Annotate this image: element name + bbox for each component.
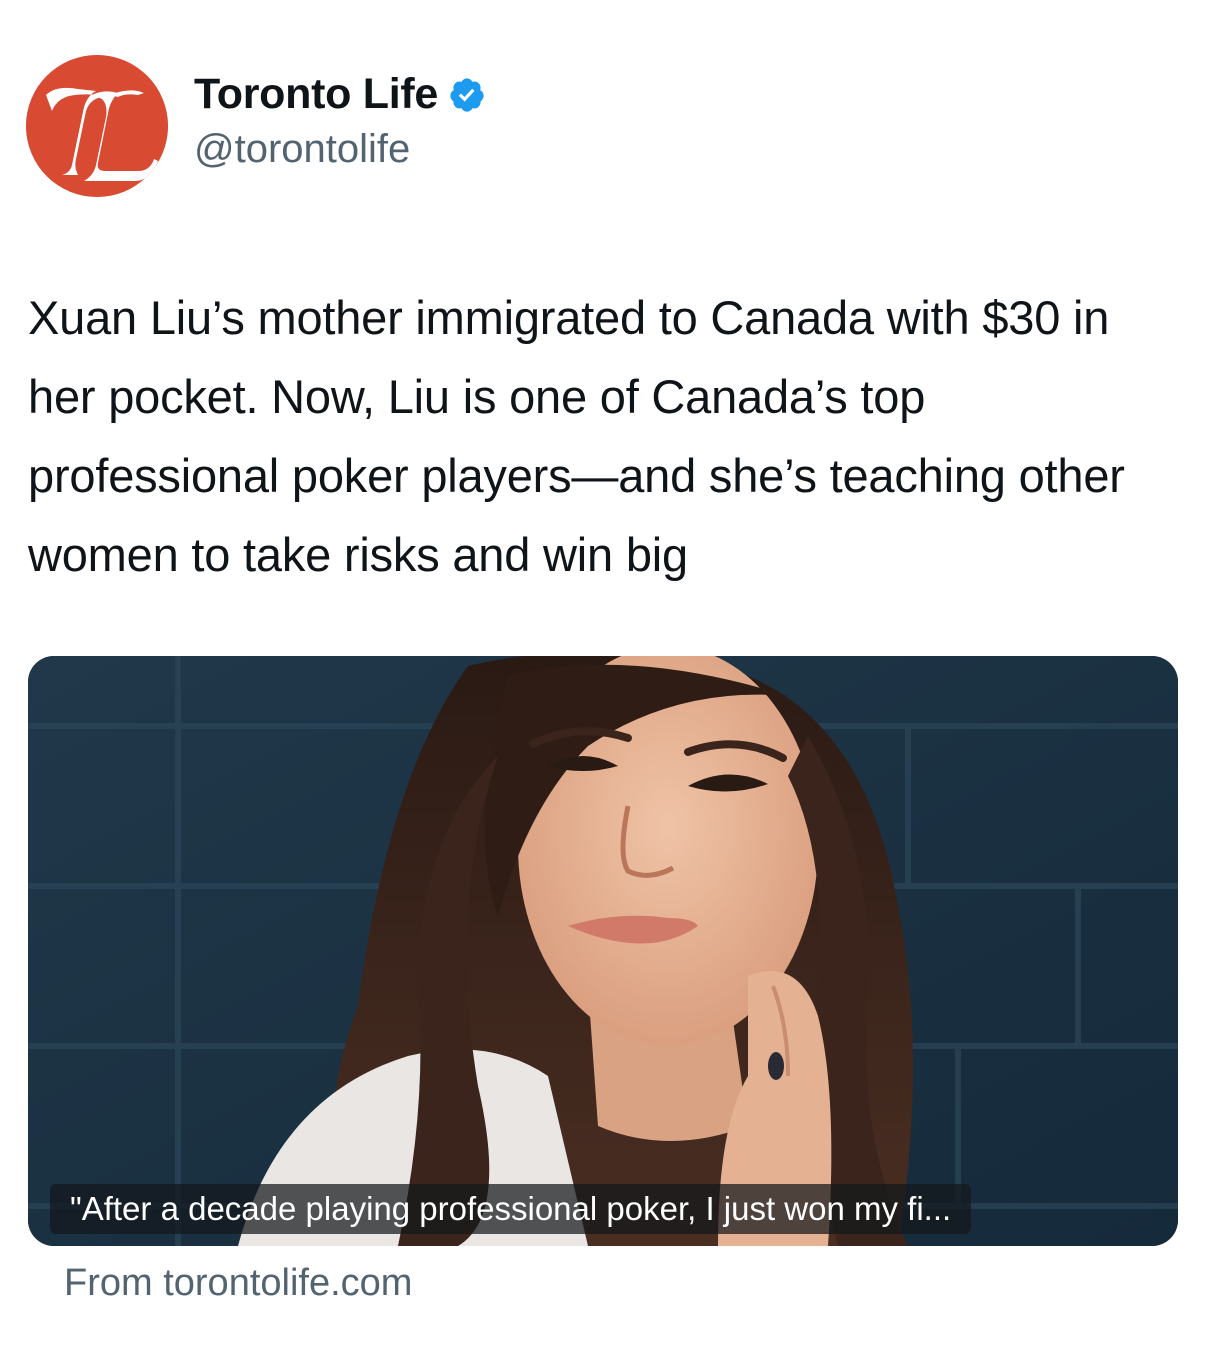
- portrait-photo: [28, 656, 1178, 1246]
- verified-badge-icon: [448, 76, 486, 114]
- tweet-header: Toronto Life @torontolife: [26, 54, 486, 198]
- link-card-source[interactable]: From torontolife.com: [64, 1262, 412, 1305]
- account-names: Toronto Life @torontolife: [194, 69, 486, 172]
- link-card-image[interactable]: "After a decade playing professional pok…: [28, 656, 1178, 1246]
- account-avatar[interactable]: [26, 55, 168, 197]
- display-name[interactable]: Toronto Life: [194, 70, 438, 119]
- toronto-life-logo: [26, 55, 168, 197]
- account-handle[interactable]: @torontolife: [194, 127, 486, 172]
- tweet-text: Xuan Liu’s mother immigrated to Canada w…: [28, 291, 1125, 581]
- link-card-caption: "After a decade playing professional pok…: [50, 1184, 972, 1234]
- display-name-row: Toronto Life: [194, 69, 486, 121]
